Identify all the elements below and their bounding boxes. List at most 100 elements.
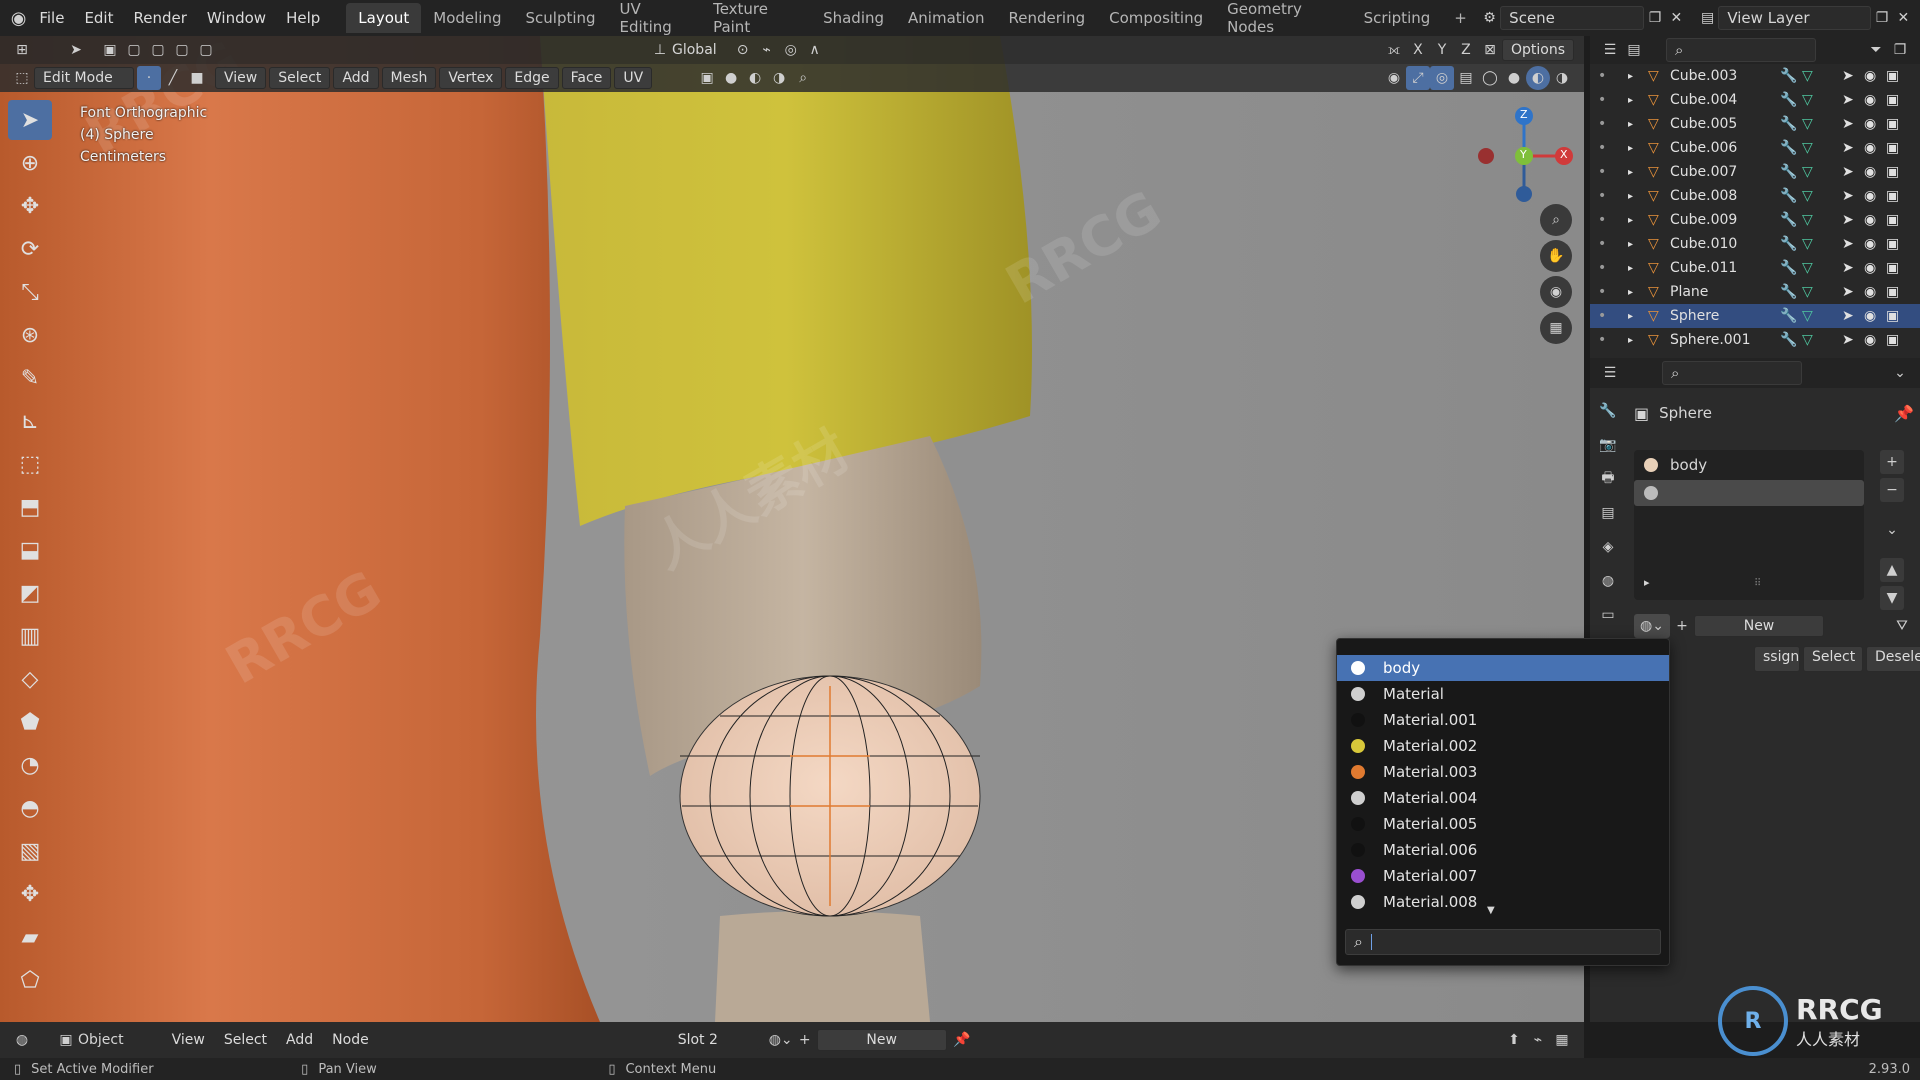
eye-icon[interactable]: ◉ <box>1864 140 1886 156</box>
eye-icon[interactable]: ◉ <box>1864 188 1886 204</box>
material-slot-list[interactable]: body ▸ ⠿ <box>1634 450 1864 600</box>
outliner-row[interactable]: • ▸ ▽ Cube.005 🔧 ▽ ➤ ◉ ▣ <box>1590 112 1920 136</box>
rotate-tool-icon[interactable]: ⟳ <box>8 229 52 269</box>
expand-arrow-icon[interactable]: ▸ <box>1628 167 1648 178</box>
vertex-select-icon[interactable]: ⋅ <box>137 66 161 90</box>
scroll-down-icon[interactable]: ▼ <box>1487 905 1495 916</box>
eye-icon[interactable]: ◉ <box>1864 284 1886 300</box>
slot-selector[interactable]: Slot 2 <box>669 1030 760 1050</box>
move-tool-icon[interactable]: ✥ <box>8 186 52 226</box>
cursor-tool-icon[interactable]: ⊕ <box>8 143 52 183</box>
view-layer-icon[interactable]: ▤ <box>1697 6 1718 30</box>
modifier-wrench-icon[interactable]: 🔧 <box>1780 116 1802 132</box>
scene-selector[interactable]: Scene <box>1500 6 1645 30</box>
navigation-gizmo[interactable]: Z X Y <box>1476 102 1584 212</box>
modifier-wrench-icon[interactable]: 🔧 <box>1780 332 1802 348</box>
visibility-dot-icon[interactable]: • <box>1598 212 1628 228</box>
camera-render-icon[interactable]: ▣ <box>1886 260 1908 276</box>
camera-render-icon[interactable]: ▣ <box>1886 140 1908 156</box>
tab-compositing[interactable]: Compositing <box>1097 3 1215 33</box>
visibility-dot-icon[interactable]: • <box>1598 140 1628 156</box>
scene-icon[interactable]: ⚙ <box>1479 6 1500 30</box>
scene-copy-icon[interactable]: ❐ <box>1644 6 1665 30</box>
inset-tool-icon[interactable]: ⬓ <box>8 530 52 570</box>
material-browse-icon[interactable]: ◍⌄ <box>769 1028 793 1052</box>
select-invert-icon[interactable]: ▢ <box>170 38 194 62</box>
shader-menu-select[interactable]: Select <box>216 1030 275 1050</box>
tab-rendering[interactable]: Rendering <box>997 3 1098 33</box>
mode-selector[interactable]: Edit Mode <box>34 67 134 89</box>
snap-icon[interactable]: ⌁ <box>755 38 779 62</box>
rendered-shading-icon[interactable]: ◑ <box>1550 66 1574 90</box>
mode-icon[interactable]: ⬚ <box>10 66 34 90</box>
expand-arrow-icon[interactable]: ▸ <box>1628 311 1648 322</box>
scene-tab-icon[interactable]: ◈ <box>1596 530 1620 564</box>
expand-list-icon[interactable]: ▸ <box>1644 576 1650 589</box>
wireframe-shading-icon[interactable]: ◯ <box>1478 66 1502 90</box>
outliner-row[interactable]: • ▸ ▽ Cube.007 🔧 ▽ ➤ ◉ ▣ <box>1590 160 1920 184</box>
tab-scripting[interactable]: Scripting <box>1352 3 1443 33</box>
slot-specials-icon[interactable]: ⌄ <box>1880 518 1904 542</box>
view-layer-close-icon[interactable]: ✕ <box>1893 6 1914 30</box>
outliner-display-mode-icon[interactable]: ▤ <box>1622 38 1646 62</box>
mesh-data-icon[interactable]: ▽ <box>1802 68 1842 84</box>
visibility-dot-icon[interactable]: • <box>1598 332 1628 348</box>
material-option[interactable]: Material.002 <box>1337 733 1669 759</box>
outliner-row[interactable]: • ▸ ▽ Sphere.001 🔧 ▽ ➤ ◉ ▣ <box>1590 328 1920 352</box>
assign-button[interactable]: ssign <box>1754 646 1800 672</box>
select-intersect-icon[interactable]: ▢ <box>194 38 218 62</box>
selectable-arrow-icon[interactable]: ➤ <box>1842 92 1864 108</box>
scene-close-icon[interactable]: ✕ <box>1666 6 1687 30</box>
select-box-tool-icon[interactable]: ➤ <box>8 100 52 140</box>
tool-tab-icon[interactable]: 🔧 <box>1596 394 1620 428</box>
expand-arrow-icon[interactable]: ▸ <box>1628 95 1648 106</box>
knife-tool-icon[interactable]: ◇ <box>8 659 52 699</box>
visibility-dot-icon[interactable]: • <box>1598 260 1628 276</box>
camera-render-icon[interactable]: ▣ <box>1886 332 1908 348</box>
spin-tool-icon[interactable]: ◔ <box>8 745 52 785</box>
select-extend-icon[interactable]: ▢ <box>122 38 146 62</box>
modifier-wrench-icon[interactable]: 🔧 <box>1780 164 1802 180</box>
new-material-plus-icon[interactable]: + <box>1670 614 1694 638</box>
mesh-data-icon[interactable]: ▽ <box>1802 92 1842 108</box>
expand-arrow-icon[interactable]: ▸ <box>1628 143 1648 154</box>
move-slot-up-icon[interactable]: ▲ <box>1880 558 1904 582</box>
material-option[interactable]: Material.004 <box>1337 785 1669 811</box>
collection-tab-icon[interactable]: ▭ <box>1596 598 1620 632</box>
material-option[interactable]: Material.001 <box>1337 707 1669 733</box>
selectable-arrow-icon[interactable]: ➤ <box>1842 116 1864 132</box>
material-option[interactable]: Material.008 <box>1337 889 1669 915</box>
render-tab-icon[interactable]: 📷 <box>1596 428 1620 462</box>
eye-icon[interactable]: ◉ <box>1864 212 1886 228</box>
list-resize-grip-icon[interactable]: ⠿ <box>1754 578 1761 589</box>
menu-render[interactable]: Render <box>124 9 197 27</box>
modifier-wrench-icon[interactable]: 🔧 <box>1780 68 1802 84</box>
outliner-search-input[interactable]: ⌕ <box>1666 38 1816 62</box>
eye-icon[interactable]: ◉ <box>1864 68 1886 84</box>
selectable-arrow-icon[interactable]: ➤ <box>1842 284 1864 300</box>
outliner-row[interactable]: • ▸ ▽ Cube.010 🔧 ▽ ➤ ◉ ▣ <box>1590 232 1920 256</box>
transform-orientation-label[interactable]: Global <box>672 42 717 58</box>
viewport-search-icon[interactable]: ⌕ <box>791 66 815 90</box>
material-option[interactable]: Material.005 <box>1337 811 1669 837</box>
outliner-row[interactable]: • ▸ ▽ Cube.008 🔧 ▽ ➤ ◉ ▣ <box>1590 184 1920 208</box>
camera-view-icon[interactable]: ◉ <box>1540 276 1572 308</box>
mesh-data-icon[interactable]: ▽ <box>1802 164 1842 180</box>
select-box-mode-icon[interactable]: ▣ <box>98 38 122 62</box>
tab-animation[interactable]: Animation <box>896 3 996 33</box>
mirror-x-toggle[interactable]: X <box>1406 38 1430 62</box>
face-select-icon[interactable]: ■ <box>185 66 209 90</box>
menu-uv[interactable]: UV <box>614 67 653 89</box>
proportional-edit-icon[interactable]: ◎ <box>779 38 803 62</box>
snap-toggle-icon[interactable]: ⌁ <box>1526 1028 1550 1052</box>
shader-menu-view[interactable]: View <box>164 1030 213 1050</box>
bevel-tool-icon[interactable]: ◩ <box>8 573 52 613</box>
menu-view[interactable]: View <box>215 67 267 89</box>
camera-render-icon[interactable]: ▣ <box>1886 188 1908 204</box>
camera-render-icon[interactable]: ▣ <box>1886 308 1908 324</box>
properties-options-icon[interactable]: ⌄ <box>1888 361 1912 385</box>
visibility-dot-icon[interactable]: • <box>1598 116 1628 132</box>
menu-face[interactable]: Face <box>561 67 612 89</box>
shader-menu-add[interactable]: Add <box>278 1030 321 1050</box>
select-tool-icon[interactable]: ➤ <box>64 38 88 62</box>
